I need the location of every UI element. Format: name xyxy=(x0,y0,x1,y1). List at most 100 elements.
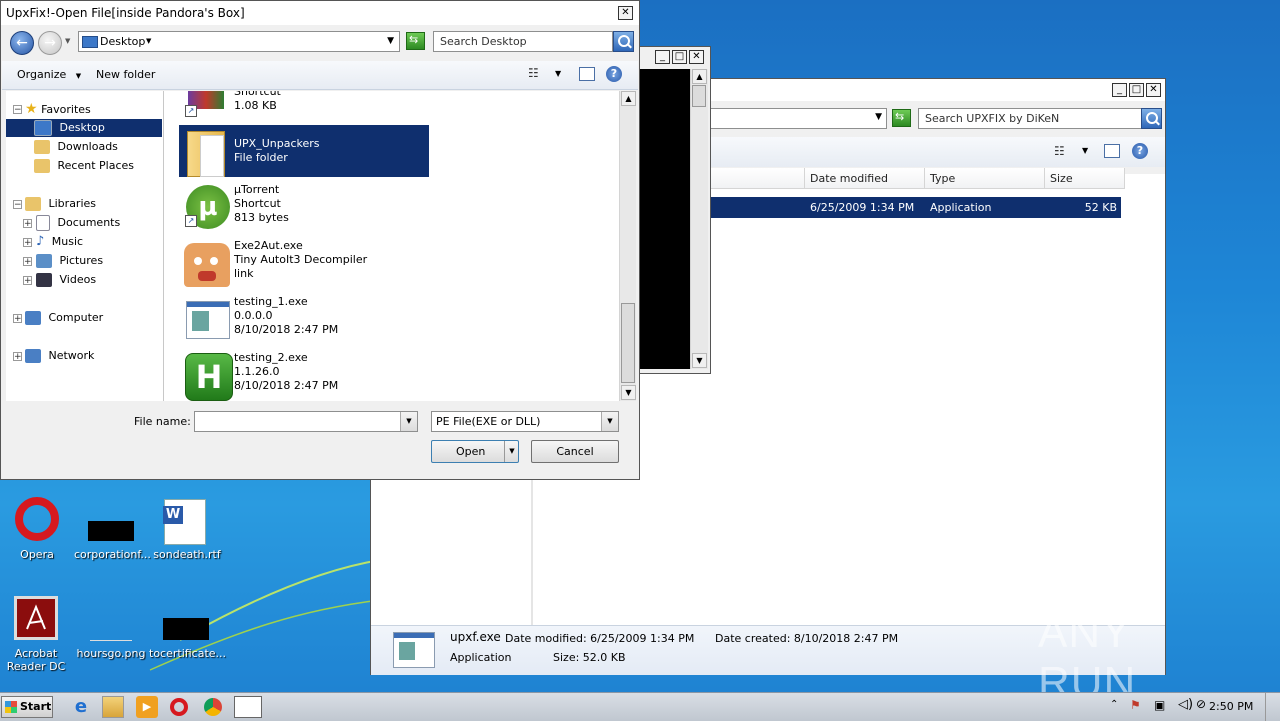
chevron-down-icon[interactable]: ▼ xyxy=(1082,146,1088,155)
close-button[interactable]: ✕ xyxy=(689,50,704,64)
table-row[interactable]: 6/25/2009 1:34 PM Application 52 KB xyxy=(709,197,1121,218)
maximize-button[interactable]: □ xyxy=(672,50,687,64)
desktop-icon-sondeath[interactable]: W sondeath.rtf xyxy=(150,497,224,563)
search-input[interactable]: Search UPXFIX by DiKeN xyxy=(918,108,1142,129)
maximize-button[interactable]: □ xyxy=(1129,83,1144,97)
help-icon[interactable]: ? xyxy=(606,66,622,82)
chevron-down-icon[interactable]: ▼ xyxy=(65,37,70,45)
computer-icon xyxy=(25,311,41,325)
scroll-up-arrow[interactable]: ▲ xyxy=(692,69,707,84)
minimize-button[interactable]: _ xyxy=(1112,83,1127,97)
list-item[interactable]: µ ↗ µTorrent Shortcut 813 bytes xyxy=(179,181,429,233)
open-split-chevron-icon[interactable]: ▼ xyxy=(504,441,519,462)
view-options-icon[interactable]: ☷ xyxy=(528,66,539,80)
media-player-icon[interactable]: ▶ xyxy=(136,696,158,718)
close-button[interactable]: ✕ xyxy=(1146,83,1161,97)
preview-pane-icon[interactable] xyxy=(579,67,595,81)
network-tray-icon[interactable]: ▣ xyxy=(1154,698,1165,712)
minimize-button[interactable]: _ xyxy=(655,50,670,64)
cancel-button[interactable]: Cancel xyxy=(531,440,619,463)
nav-network[interactable]: Network xyxy=(25,347,94,365)
clock[interactable]: 2:50 PM xyxy=(1209,700,1253,713)
scroll-thumb[interactable] xyxy=(621,303,635,383)
organize-button[interactable]: Organize ▼ xyxy=(17,68,81,81)
nav-videos[interactable]: Videos xyxy=(36,271,96,289)
back-arrow-icon[interactable]: ← xyxy=(10,31,34,55)
refresh-icon[interactable] xyxy=(892,109,911,127)
opera-taskbar-icon[interactable] xyxy=(170,698,188,716)
column-header-size[interactable]: Size xyxy=(1045,168,1125,189)
file-type-select[interactable]: PE File(EXE or DLL) ▼ xyxy=(431,411,619,432)
expand-icon[interactable]: + xyxy=(23,238,32,248)
expand-icon[interactable]: + xyxy=(13,314,22,324)
desktop-icon-tocertificate[interactable]: tocertificate... xyxy=(149,596,226,662)
list-item[interactable]: Exe2Aut.exe Tiny AutoIt3 Decompiler link xyxy=(179,237,429,289)
address-bar[interactable]: Desktop ▼ ▼ xyxy=(78,31,400,52)
nav-desktop[interactable]: Desktop xyxy=(6,119,162,137)
preview-pane-icon[interactable] xyxy=(1104,144,1120,158)
expand-icon[interactable]: + xyxy=(23,257,32,267)
list-item[interactable]: testing_1.exe 0.0.0.0 8/10/2018 2:47 PM xyxy=(179,293,429,345)
expand-icon[interactable]: + xyxy=(23,276,32,286)
action-center-icon[interactable]: ⚑ xyxy=(1130,698,1144,712)
view-options-icon[interactable]: ☷ xyxy=(1054,144,1065,158)
nav-pictures[interactable]: Pictures xyxy=(36,252,103,270)
close-button[interactable]: ✕ xyxy=(618,6,633,20)
scroll-thumb[interactable] xyxy=(692,85,706,107)
nav-downloads[interactable]: Downloads xyxy=(34,138,118,156)
file-list-scrollbar[interactable]: ▲ ▼ xyxy=(619,91,636,401)
help-icon[interactable]: ? xyxy=(1132,143,1148,159)
show-hidden-icons[interactable]: ⌃ xyxy=(1110,699,1118,710)
collapse-icon[interactable]: − xyxy=(13,200,22,210)
nav-recent-places[interactable]: Recent Places xyxy=(34,157,134,175)
scroll-down-arrow[interactable]: ▼ xyxy=(692,353,707,368)
nav-label: Downloads xyxy=(57,140,118,153)
new-folder-button[interactable]: New folder xyxy=(96,68,155,81)
volume-icon[interactable]: ◁) xyxy=(1178,697,1193,712)
breadcrumb-chevron-icon[interactable]: ▼ xyxy=(146,37,151,45)
explorer-folder-icon[interactable] xyxy=(102,696,124,718)
chevron-down-icon[interactable]: ▼ xyxy=(601,412,618,431)
desktop-icon-hoursgo[interactable]: hoursgo.png xyxy=(74,596,148,662)
open-button[interactable]: Open ▼ xyxy=(431,440,519,463)
list-item-selected[interactable]: UPX_Unpackers File folder xyxy=(179,125,429,177)
upxfix-taskbar-icon[interactable] xyxy=(234,696,262,718)
search-icon[interactable] xyxy=(1141,108,1162,129)
row-size: 52 KB xyxy=(1084,201,1117,214)
forward-arrow-icon[interactable]: → xyxy=(38,31,62,55)
scroll-up-arrow[interactable]: ▲ xyxy=(621,91,636,106)
collapse-icon[interactable]: − xyxy=(13,105,22,115)
desktop-icon-corporationf[interactable]: corporationf... xyxy=(74,497,151,563)
start-button[interactable]: Start xyxy=(1,696,53,718)
file-name-input[interactable]: ▼ xyxy=(194,411,418,432)
desktop-icon-acrobat[interactable]: Acrobat Reader DC xyxy=(4,596,68,674)
column-header-type[interactable]: Type xyxy=(925,168,1045,189)
chevron-down-icon[interactable]: ▼ xyxy=(875,112,882,122)
nav-documents[interactable]: Documents xyxy=(36,214,120,232)
desktop-icon-opera[interactable]: Opera xyxy=(10,497,64,563)
column-header-blank[interactable] xyxy=(709,168,805,189)
column-header-date[interactable]: Date modified xyxy=(805,168,925,189)
row-date: 6/25/2009 1:34 PM xyxy=(810,201,915,214)
chevron-down-icon[interactable]: ▼ xyxy=(555,69,561,78)
nav-libraries[interactable]: Libraries xyxy=(25,195,96,213)
show-desktop-button[interactable] xyxy=(1265,693,1280,721)
chevron-down-icon[interactable]: ▼ xyxy=(387,36,394,46)
scroll-down-arrow[interactable]: ▼ xyxy=(621,385,636,400)
list-item[interactable]: H testing_2.exe 1.1.26.0 8/10/2018 2:47 … xyxy=(179,349,429,401)
tray-icon[interactable]: ⊘ xyxy=(1196,697,1206,711)
search-icon[interactable] xyxy=(613,31,634,52)
expand-icon[interactable]: + xyxy=(23,219,32,229)
file-detail: 813 bytes xyxy=(234,211,289,224)
nav-computer[interactable]: Computer xyxy=(25,309,103,327)
chevron-down-icon[interactable]: ▼ xyxy=(400,412,417,431)
image-thumbnail xyxy=(90,618,132,641)
console-scrollbar[interactable]: ▲ ▼ xyxy=(690,69,708,369)
nav-favorites[interactable]: ★ Favorites xyxy=(25,100,91,118)
chrome-icon[interactable] xyxy=(204,698,222,716)
nav-music[interactable]: ♪ Music xyxy=(36,233,83,251)
search-input[interactable]: Search Desktop xyxy=(433,31,613,52)
internet-explorer-icon[interactable]: e xyxy=(70,696,92,718)
expand-icon[interactable]: + xyxy=(13,352,22,362)
refresh-icon[interactable] xyxy=(406,32,425,50)
